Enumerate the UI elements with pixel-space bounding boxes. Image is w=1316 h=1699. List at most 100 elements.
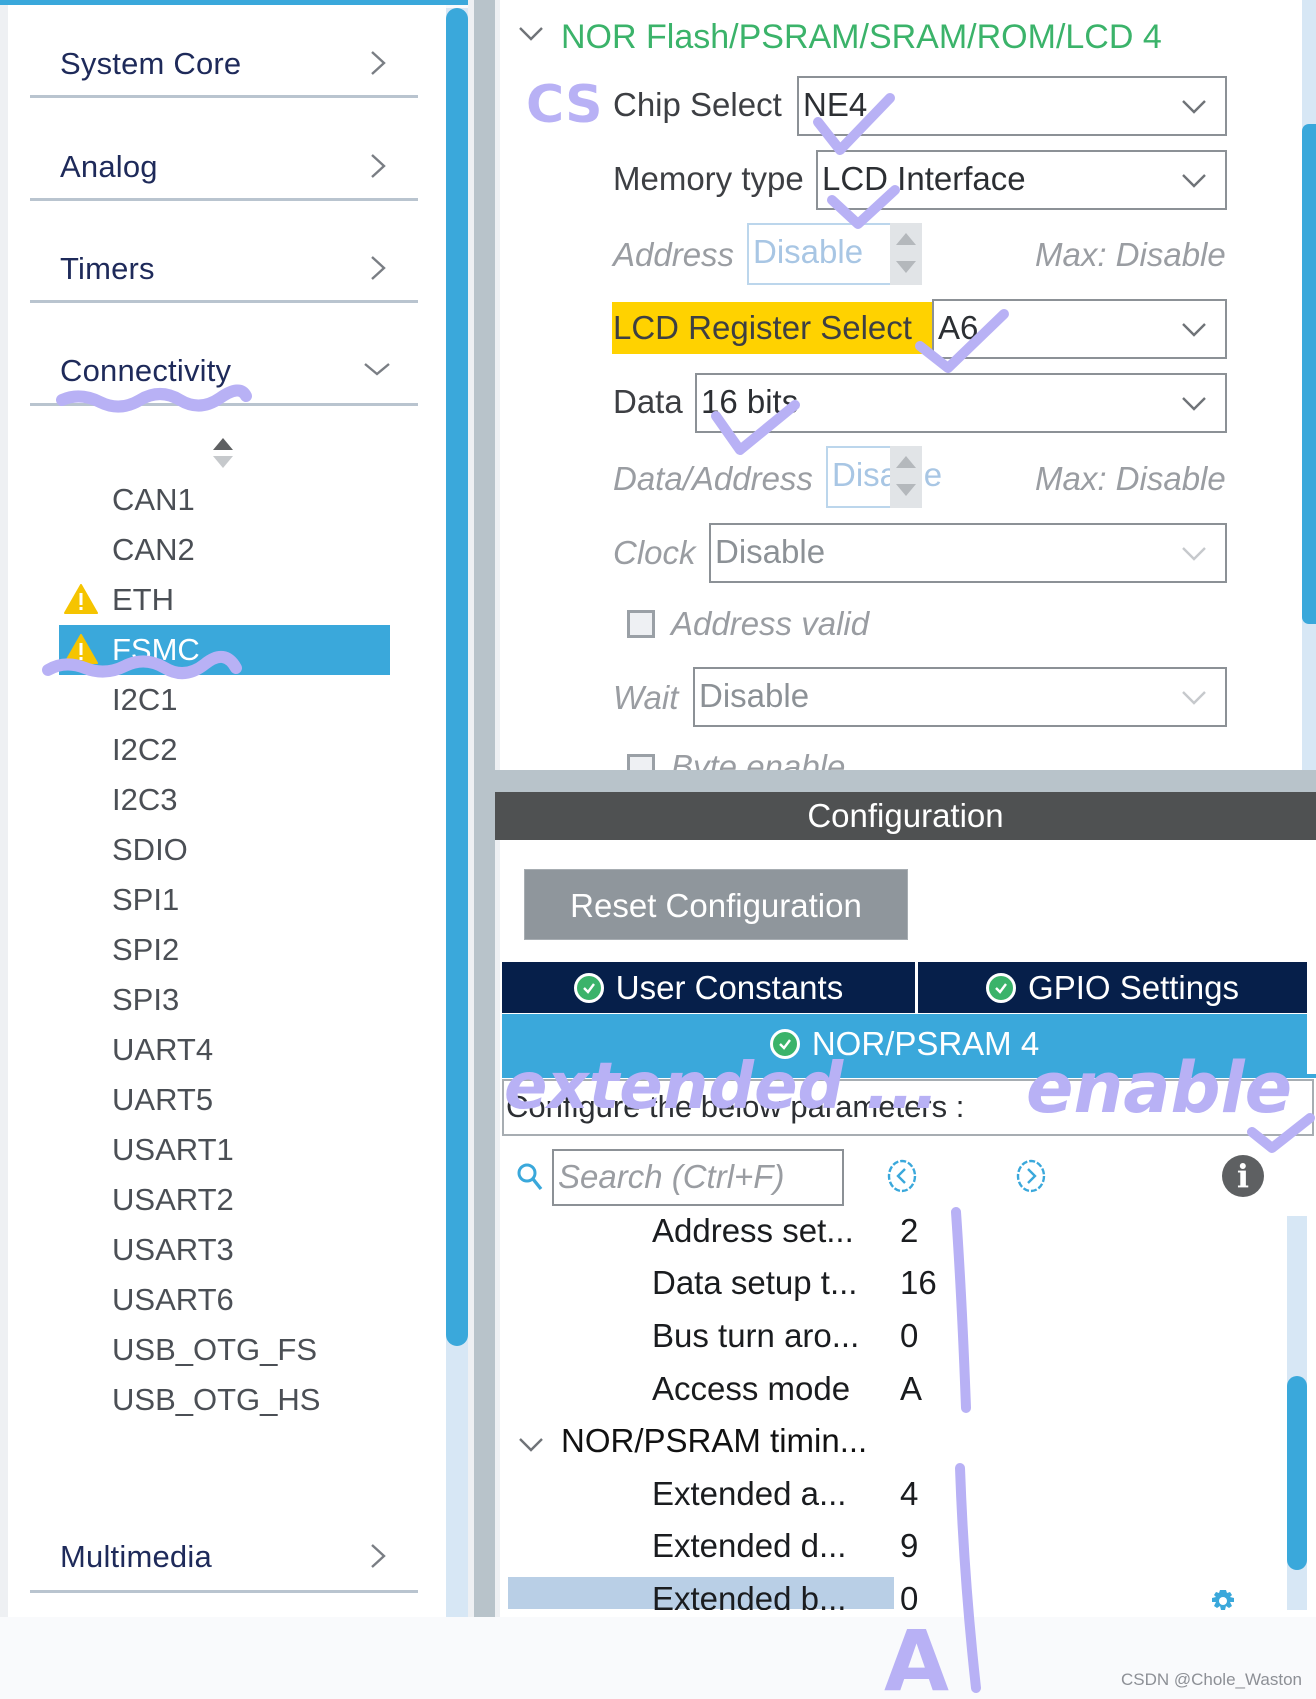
sidebar-scrollbar-thumb[interactable] [446,8,468,1346]
check-circle-icon [986,972,1017,1003]
sidebar-top-accent [0,0,468,5]
address-spinner-buttons[interactable] [890,223,922,285]
search-input[interactable]: Search (Ctrl+F) [552,1149,844,1206]
list-item-usb-otg-hs[interactable]: USB_OTG_HS [112,1378,320,1422]
list-item-sdio[interactable]: SDIO [112,828,188,872]
settings-gear-icon[interactable] [1208,1588,1238,1610]
search-icon[interactable] [516,1162,544,1192]
list-item-fsmc[interactable]: FSMC [112,628,200,672]
address-valid-checkbox[interactable] [627,610,655,638]
byte-enable-checkbox[interactable] [627,754,655,770]
param-group-title[interactable]: NOR/PSRAM timin... [561,1422,867,1460]
param-value[interactable]: 9 [900,1527,918,1565]
table-row[interactable]: Extended b... 0 [508,1577,928,1610]
spin-down-icon[interactable] [896,261,916,273]
chip-select-dropdown[interactable]: NE4 [797,76,1227,136]
list-item-i2c1[interactable]: I2C1 [112,678,177,722]
param-name[interactable]: Address set... [652,1212,854,1250]
param-name[interactable]: Extended a... [652,1475,846,1513]
list-item-i2c2[interactable]: I2C2 [112,728,177,772]
list-item-usb-otg-fs[interactable]: USB_OTG_FS [112,1328,317,1372]
address-label: Address [613,236,735,273]
list-item-uart5[interactable]: UART5 [112,1078,213,1122]
panel-splitter-horizontal[interactable] [495,770,1316,792]
check-circle-icon [573,972,604,1003]
lcd-register-select-value: A6 [938,309,979,346]
param-value[interactable]: 4 [900,1475,918,1513]
category-label: Analog [60,149,158,184]
chevron-down-icon [1182,174,1206,188]
wait-dropdown[interactable]: Disable [693,667,1227,727]
chip-select-value: NE4 [803,86,868,123]
chevron-down-icon [1182,691,1206,705]
param-value[interactable]: 16 [900,1264,937,1302]
tab-gpio-settings[interactable]: GPIO Settings [918,962,1307,1013]
data-address-label: Data/Address [613,460,813,497]
category-timers[interactable]: Timers [60,251,420,291]
list-item-usart6[interactable]: USART6 [112,1278,234,1322]
chevron-down-icon[interactable] [518,24,544,44]
data-width-dropdown[interactable]: 16 bits [695,373,1227,433]
category-divider [30,198,418,201]
spin-up-icon[interactable] [896,233,916,245]
category-system-core[interactable]: System Core [60,46,420,86]
address-max: Max: Disable [1035,236,1226,273]
chevron-down-icon [1182,100,1206,114]
category-label: Timers [60,251,155,286]
memory-type-value: LCD Interface [822,160,1026,197]
reset-configuration-button[interactable]: Reset Configuration [524,869,908,940]
param-value[interactable]: A [900,1370,922,1408]
list-item-spi1[interactable]: SPI1 [112,878,179,922]
param-name[interactable]: Bus turn aro... [652,1317,859,1355]
watermark: CSDN @Chole_Waston [1120,1670,1302,1689]
previous-result-icon[interactable] [886,1158,918,1194]
lcd-register-select-dropdown[interactable]: A6 [932,299,1227,359]
list-item-uart4[interactable]: UART4 [112,1028,213,1072]
chevron-right-icon [371,256,386,280]
list-item-can1[interactable]: CAN1 [112,478,195,522]
sort-arrows-icon[interactable] [212,436,234,470]
panel-splitter[interactable] [474,0,495,1620]
chevron-down-icon [1182,397,1206,411]
param-name[interactable]: Access mode [652,1370,850,1408]
parameters-scrollbar-thumb[interactable] [1287,1376,1307,1570]
category-connectivity[interactable]: Connectivity [60,353,420,393]
spin-down-icon[interactable] [896,484,916,496]
clock-dropdown[interactable]: Disable [709,523,1227,583]
chevron-right-icon [371,154,386,178]
configure-instructions: Configure the below parameters : [502,1079,1314,1136]
next-result-icon[interactable] [1015,1158,1047,1194]
list-item-usart1[interactable]: USART1 [112,1128,234,1172]
chevron-right-icon [371,51,386,75]
mode-scrollbar-thumb[interactable] [1302,124,1316,624]
param-value[interactable]: 0 [900,1317,918,1355]
list-item-usart3[interactable]: USART3 [112,1228,234,1272]
category-multimedia[interactable]: Multimedia [60,1539,420,1579]
category-sidebar [0,0,446,1617]
info-icon[interactable]: i [1222,1155,1264,1197]
param-name[interactable]: Data setup t... [652,1264,857,1302]
chevron-down-icon[interactable] [518,1436,544,1454]
status-area [0,1617,1316,1699]
data-width-value: 16 bits [701,383,799,420]
chevron-down-icon [1182,323,1206,337]
list-item-spi2[interactable]: SPI2 [112,928,179,972]
param-name: Extended b... [652,1580,847,1610]
tab-nor-psram-4[interactable]: NOR/PSRAM 4 [502,1014,1307,1074]
category-divider [30,95,418,98]
list-item-usart2[interactable]: USART2 [112,1178,234,1222]
active-tab-underline [502,1074,1316,1078]
list-item-spi3[interactable]: SPI3 [112,978,179,1022]
data-address-spinner-buttons[interactable] [890,446,922,508]
tab-user-constants[interactable]: User Constants [502,962,915,1013]
address-spinner-input[interactable]: Disable [747,223,890,285]
data-address-max: Max: Disable [1035,460,1226,497]
category-analog[interactable]: Analog [60,149,420,189]
param-value[interactable]: 2 [900,1212,918,1250]
param-name[interactable]: Extended d... [652,1527,846,1565]
list-item-i2c3[interactable]: I2C3 [112,778,177,822]
list-item-eth[interactable]: ETH [112,578,174,622]
list-item-can2[interactable]: CAN2 [112,528,195,572]
memory-type-dropdown[interactable]: LCD Interface [816,150,1227,210]
spin-up-icon[interactable] [896,456,916,468]
